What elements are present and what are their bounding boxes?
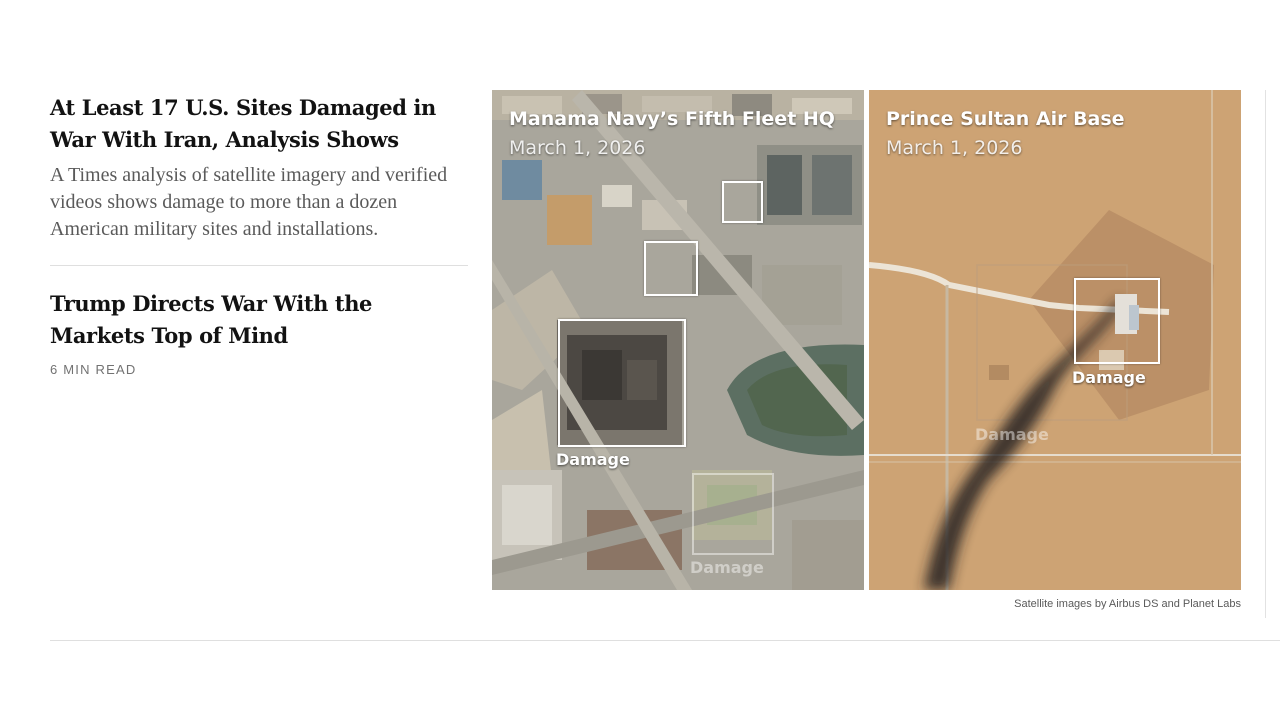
damage-box-faded: [692, 473, 774, 555]
satellite-imagery-prince-sultan: [869, 90, 1241, 590]
damage-box-large: [558, 319, 686, 447]
damage-label-faded-prince-sultan: Damage: [975, 425, 1049, 444]
column-rule: [1265, 90, 1266, 618]
image-credit: Satellite images by Airbus DS and Planet…: [1014, 598, 1241, 610]
damage-label-prince-sultan: Damage: [1072, 368, 1146, 387]
damage-box-small: [722, 181, 763, 223]
panel-title-prince-sultan: Prince Sultan Air Base: [886, 108, 1125, 130]
panel-date-manama: March 1, 2026: [509, 137, 646, 159]
story-list: At Least 17 U.S. Sites Damaged in War Wi…: [50, 92, 470, 377]
panel-date-prince-sultan: March 1, 2026: [886, 137, 1023, 159]
satellite-image-manama[interactable]: Manama Navy’s Fifth Fleet HQ March 1, 20…: [492, 90, 864, 590]
story-headline-iran-damage[interactable]: At Least 17 U.S. Sites Damaged in War Wi…: [50, 92, 470, 156]
damage-label-faded-manama: Damage: [690, 558, 764, 577]
read-time: 6 MIN READ: [50, 362, 137, 377]
damage-box-air-base: [1074, 278, 1160, 364]
damage-label-manama: Damage: [556, 450, 630, 469]
section-divider: [50, 640, 1280, 641]
damage-box-medium: [644, 241, 698, 296]
story-divider: [50, 265, 468, 266]
panel-title-manama: Manama Navy’s Fifth Fleet HQ: [509, 108, 835, 130]
satellite-image-prince-sultan[interactable]: Prince Sultan Air Base March 1, 2026 Dam…: [869, 90, 1241, 590]
story-summary[interactable]: A Times analysis of satellite imagery an…: [50, 162, 470, 243]
story-headline-trump-markets[interactable]: Trump Directs War With the Markets Top o…: [50, 288, 470, 352]
